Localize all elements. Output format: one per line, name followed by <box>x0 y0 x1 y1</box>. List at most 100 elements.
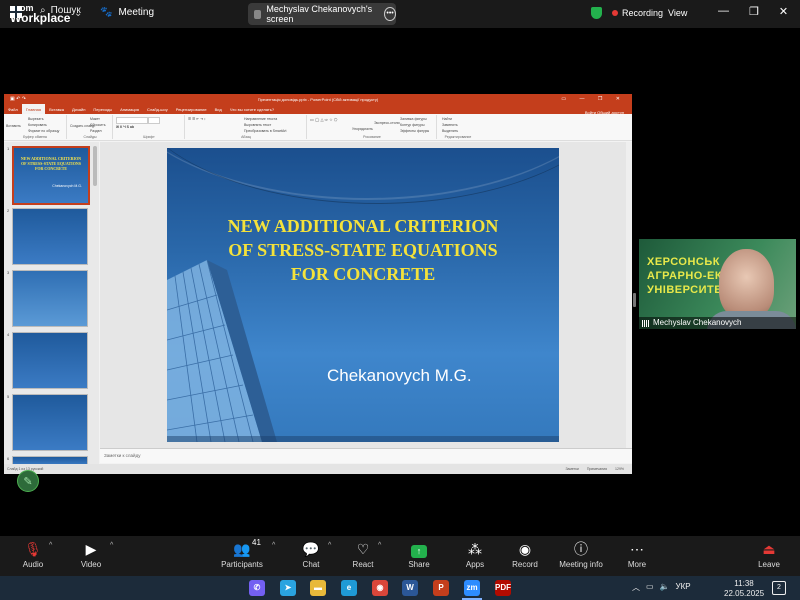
taskbar-clock[interactable]: 11:38 22.05.2025 <box>724 579 764 599</box>
select-button[interactable]: Выделить <box>442 129 458 133</box>
tab-animations[interactable]: Анимация <box>116 104 143 114</box>
ppt-title-bar: ▣ ↶ ↷ Презентація доповідь.pptx - PowerP… <box>4 94 632 104</box>
shapes-gallery-icon[interactable]: ▭ ◯ △ ⇨ ☆ ⬠ <box>310 117 337 122</box>
restore-button[interactable]: ❐ <box>749 5 759 18</box>
meeting-label: Meeting <box>118 7 155 18</box>
word-icon[interactable]: W <box>402 580 418 596</box>
align-text-button[interactable]: Выровнять текст <box>244 123 271 127</box>
quick-styles-button[interactable]: Экспресс-стили <box>374 121 400 125</box>
font-name-box[interactable] <box>116 117 148 124</box>
layout-button[interactable]: Макет <box>90 117 100 121</box>
zoom-icon[interactable]: zm <box>464 580 480 596</box>
audio-caret-icon[interactable]: ^ <box>49 542 52 549</box>
leave-button[interactable]: ⏏ Leave <box>754 540 784 569</box>
tab-design[interactable]: Дизайн <box>68 104 89 114</box>
apps-button[interactable]: ⁂ Apps <box>460 540 490 569</box>
windows-start-icon[interactable] <box>10 6 22 18</box>
video-caret-icon[interactable]: ^ <box>110 542 113 549</box>
zoom-level[interactable]: 129% <box>615 467 624 471</box>
ppt-close-button[interactable]: ✕ <box>616 96 626 102</box>
annotate-pencil-icon[interactable]: ✎ <box>17 470 39 492</box>
ppt-minimize-button[interactable]: — <box>580 96 591 102</box>
bold-icon[interactable]: Ж К Ч S ab <box>116 125 134 129</box>
tab-home[interactable]: Главная <box>21 104 46 114</box>
audio-button[interactable]: 🎙 Audio <box>18 540 48 569</box>
ribbon-options-button[interactable]: ▭ <box>561 96 572 102</box>
powerpoint-icon[interactable]: P <box>433 580 449 596</box>
shape-effects-button[interactable]: Эффекты фигуры <box>400 129 429 133</box>
share-button[interactable]: ↑ Share <box>402 540 436 569</box>
video-button[interactable]: ▶ Video <box>76 540 106 569</box>
split-view-handle[interactable] <box>633 293 636 307</box>
security-shield-icon[interactable] <box>591 7 602 19</box>
convert-smartart-button[interactable]: Преобразовать в SmartArt <box>244 129 286 133</box>
network-icon[interactable]: ▭ <box>646 582 654 593</box>
copy-button[interactable]: Копировать <box>28 123 47 127</box>
thumb-number: 5 <box>7 394 10 399</box>
slide-thumbnail-2[interactable] <box>12 208 88 265</box>
system-tray: ︿ ▭ 🔈 УКР <box>632 582 691 593</box>
meeting-toolbar: 🎙 Audio ^ ▶ Video ^ 👥 Participants 41 ^ … <box>0 536 800 576</box>
comments-toggle[interactable]: Примечания <box>587 467 607 471</box>
notifications-badge[interactable]: 2 <box>772 581 786 595</box>
arrange-button[interactable]: Упорядочить <box>352 127 373 131</box>
slide-thumbnail-3[interactable] <box>12 270 88 327</box>
chat-button[interactable]: 💬 Chat <box>296 540 326 569</box>
meeting-info-button[interactable]: ⓘ Meeting info <box>556 540 606 569</box>
thumbnail-scrollbar[interactable] <box>93 146 97 186</box>
chrome-icon[interactable]: ◉ <box>372 580 388 596</box>
shape-outline-button[interactable]: Контур фигуры <box>400 123 424 127</box>
tab-view[interactable]: Вид <box>211 104 226 114</box>
viber-icon[interactable]: ✆ <box>249 580 265 596</box>
react-button[interactable]: ♡ React <box>348 540 378 569</box>
tab-slideshow[interactable]: Слайд-шоу <box>143 104 172 114</box>
view-button[interactable]: View <box>668 8 687 18</box>
current-slide[interactable]: NEW ADDITIONAL CRITERION OF STRESS-STATE… <box>167 148 559 442</box>
reset-button[interactable]: Сбросить <box>90 123 106 127</box>
file-explorer-icon[interactable]: ▬ <box>310 580 326 596</box>
participant-video-tile[interactable]: ХЕРСОНСЬК АГРАРНО-ЕКО УНІВЕРСИТЕТ Mechys… <box>639 239 796 329</box>
record-button[interactable]: ◉ Record <box>508 540 542 569</box>
slide-thumbnail-4[interactable] <box>12 332 88 389</box>
chat-caret-icon[interactable]: ^ <box>328 542 331 549</box>
volume-icon[interactable]: 🔈 <box>660 582 670 593</box>
paste-button[interactable]: Вставить <box>6 124 21 128</box>
notes-toggle[interactable]: Заметки <box>565 467 578 471</box>
chevron-up-icon[interactable]: ︿ <box>632 582 640 593</box>
pdf-icon[interactable]: PDF <box>495 580 511 596</box>
taskbar-search[interactable]: ⌕ Пошук <box>40 5 81 16</box>
tab-review[interactable]: Рецензирование <box>172 104 211 114</box>
font-size-box[interactable] <box>148 117 160 124</box>
close-button[interactable]: ✕ <box>779 5 788 18</box>
more-options-icon[interactable]: ••• <box>384 7 396 21</box>
more-button[interactable]: ⋯ More <box>622 540 652 569</box>
slide-thumbnail-1[interactable]: NEW ADDITIONAL CRITERION OF STRESS-STATE… <box>12 146 90 205</box>
find-button[interactable]: Найти <box>442 117 452 121</box>
tell-me-search[interactable]: Что вы хотите сделать? <box>226 104 278 114</box>
font-caption: Шрифт <box>143 135 155 139</box>
recording-indicator[interactable]: Recording <box>612 8 663 18</box>
section-button[interactable]: Раздел <box>90 129 102 133</box>
replace-button[interactable]: Заменить <box>442 123 458 127</box>
shape-fill-button[interactable]: Заливка фигуры <box>400 117 427 121</box>
format-painter-button[interactable]: Формат по образцу <box>28 129 59 133</box>
participants-caret-icon[interactable]: ^ <box>272 542 275 549</box>
meeting-menu[interactable]: 🐾 Meeting <box>100 7 154 18</box>
slide-vertical-scrollbar[interactable] <box>626 142 632 448</box>
cut-button[interactable]: Вырезать <box>28 117 44 121</box>
ppt-restore-button[interactable]: ❐ <box>598 96 608 102</box>
language-indicator[interactable]: УКР <box>676 582 691 593</box>
screen-share-pill[interactable]: Mechyslav Chekanovych's screen ••• <box>248 3 396 25</box>
tab-file[interactable]: Файл <box>4 104 22 114</box>
slide-thumbnail-5[interactable] <box>12 394 88 451</box>
list-icons[interactable]: ☰ ☰ ⇤ ⇥ ↕ <box>188 117 206 121</box>
minimize-button[interactable]: — <box>718 5 729 18</box>
edge-icon[interactable]: e <box>341 580 357 596</box>
telegram-icon[interactable]: ➤ <box>280 580 296 596</box>
text-direction-button[interactable]: Направление текста <box>244 117 277 121</box>
tab-transitions[interactable]: Переходы <box>89 104 116 114</box>
clipboard-caption: Буфер обмена <box>23 135 47 139</box>
tab-insert[interactable]: Вставка <box>45 104 68 114</box>
react-caret-icon[interactable]: ^ <box>378 542 381 549</box>
notes-pane[interactable]: Заметки к слайду <box>100 448 632 463</box>
